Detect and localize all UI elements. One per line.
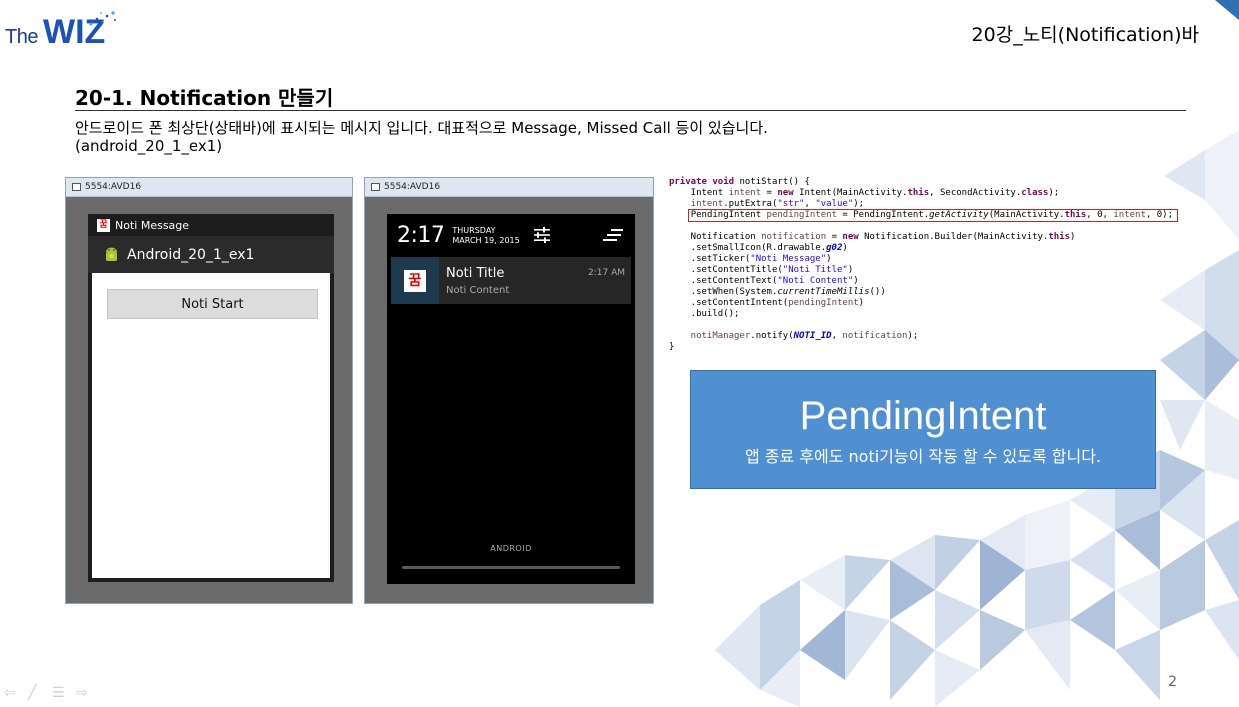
deco-tri [890,620,935,700]
deco-tri [1205,400,1239,480]
deco-tri [1070,530,1115,590]
emulator-titlebar: 5554:AVD16 [365,178,653,197]
notification-content: Noti Content [446,285,510,296]
clock-time: 2:17 [397,223,445,248]
app-icon: 꿈 [97,218,110,232]
deco-tri [845,555,890,610]
app-content: Noti Start [92,273,330,578]
code-line: } [669,342,675,352]
code-line: notiManager.notify(NOTI_ID, notification… [669,331,919,341]
next-slide-icon[interactable]: ⇨ [76,686,92,700]
shade-drag-handle[interactable] [402,566,620,569]
deco-tri [980,610,1025,670]
clock-day: THURSDAY [452,225,496,235]
deco-tri [1025,560,1070,630]
deco-tri [845,610,890,680]
the-wiz-logo: The WIZ [5,10,125,51]
ticker-text: Noti Message [115,218,190,232]
emulator-window-notification: 5554:AVD16 2:17 THURSDAY MARCH 19, 2015 … [364,177,654,604]
slide-navigation: ⇦ ╱ ☰ ⇨ [4,686,92,700]
deco-tri [1115,630,1160,700]
emulator-title: 5554:AVD16 [384,181,441,192]
notification-icon-wrap: 꿈 [391,257,439,304]
page-number: 2 [1168,674,1177,690]
logo-the-text: The [5,26,38,48]
shade-header: 2:17 THURSDAY MARCH 19, 2015 [387,214,635,257]
deco-tri [800,555,845,610]
code-line: .setSmallIcon(R.drawable.g02) [669,243,848,253]
code-line: .setContentTitle("Noti Title") [669,265,854,275]
menu-icon[interactable]: ☰ [52,686,68,700]
section-title: 20-1. Notification 만들기 [75,86,334,110]
deco-tri [1205,130,1239,240]
app-title: Android_20_1_ex1 [127,246,255,263]
section-description: 안드로이드 폰 최상단(상태바)에 표시되는 메시지 입니다. 대표적으로 Me… [75,119,768,155]
emulator-title: 5554:AVD16 [85,181,142,192]
deco-tri [1115,570,1160,630]
callout-subtitle: 앱 종료 후에도 noti기능이 작동 할 수 있도록 합니다. [744,447,1102,466]
deco-tri [800,610,845,680]
window-icon [72,183,81,191]
code-line: .setContentText("Noti Content") [669,276,859,286]
emulator-titlebar: 5554:AVD16 [66,178,352,197]
noti-start-button[interactable]: Noti Start [107,289,318,319]
highlighted-code-line: PendingIntent pendingIntent = PendingInt… [687,209,1178,222]
lecture-title: 20강_노티(Notification)바 [971,24,1199,46]
pendingintent-callout: PendingIntent 앱 종료 후에도 noti기능이 작동 할 수 있도… [690,370,1156,489]
code-line: intent.putExtra("str", "value"); [669,199,865,209]
description-project: (android_20_1_ex1) [75,137,223,155]
deco-tri [715,605,760,690]
carrier-label: ANDROID [490,544,532,553]
deco-tri [1205,520,1239,600]
pen-icon[interactable]: ╱ [28,686,44,700]
emulator-window-app: 5554:AVD16 꿈 Noti Message Android_20_1_e… [65,177,353,604]
description-line: 안드로이드 폰 최상단(상태바)에 표시되는 메시지 입니다. 대표적으로 Me… [75,119,768,137]
app-icon: 꿈 [404,269,426,292]
logo-stars-icon [89,11,116,26]
clock-full-date: MARCH 19, 2015 [452,235,520,245]
window-icon [371,183,380,191]
callout-title: PendingIntent [799,394,1047,438]
code-line: private void notiStart() { [669,177,810,187]
deco-tri [935,590,980,650]
deco-tri [1160,400,1205,450]
action-bar: Android_20_1_ex1 [88,236,334,273]
deco-tri [935,535,980,590]
code-line: .build(); [669,309,740,319]
android-icon [106,247,117,261]
code-snippet: private void notiStart() { Intent intent… [669,177,1178,353]
deco-tri [1205,600,1239,660]
section-divider [75,110,1186,111]
deco-tri [935,650,980,707]
code-line: Intent intent = new Intent(MainActivity.… [669,188,1060,198]
code-line: .setContentIntent(pendingIntent) [669,298,865,308]
phone-screen: 꿈 Noti Message Android_20_1_ex1 Noti Sta… [88,214,334,582]
notification-time: 2:17 AM [588,268,625,278]
code-line: .setTicker("Noti Message") [669,254,832,264]
notification-card[interactable]: 꿈 Noti Title Noti Content 2:17 AM [391,257,631,304]
notification-text: Noti Title Noti Content [439,257,509,304]
notification-title: Noti Title [446,266,505,281]
prev-slide-icon[interactable]: ⇦ [4,686,20,700]
deco-tri [1070,590,1115,650]
deco-tri [1160,540,1205,630]
clear-all-icon[interactable] [603,228,623,242]
corner-accent [1215,0,1239,20]
notification-shade: 2:17 THURSDAY MARCH 19, 2015 꿈 Noti Titl [387,214,635,584]
deco-tri [1025,500,1070,570]
deco-tri [1025,620,1070,690]
settings-sliders-icon[interactable] [533,226,551,244]
clock-date: THURSDAY MARCH 19, 2015 [452,226,519,246]
status-bar-ticker: 꿈 Noti Message [88,214,334,236]
code-line: .setWhen(System.currentTimeMillis()) [669,287,886,297]
code-line: Notification notification = new Notifica… [669,232,1076,242]
